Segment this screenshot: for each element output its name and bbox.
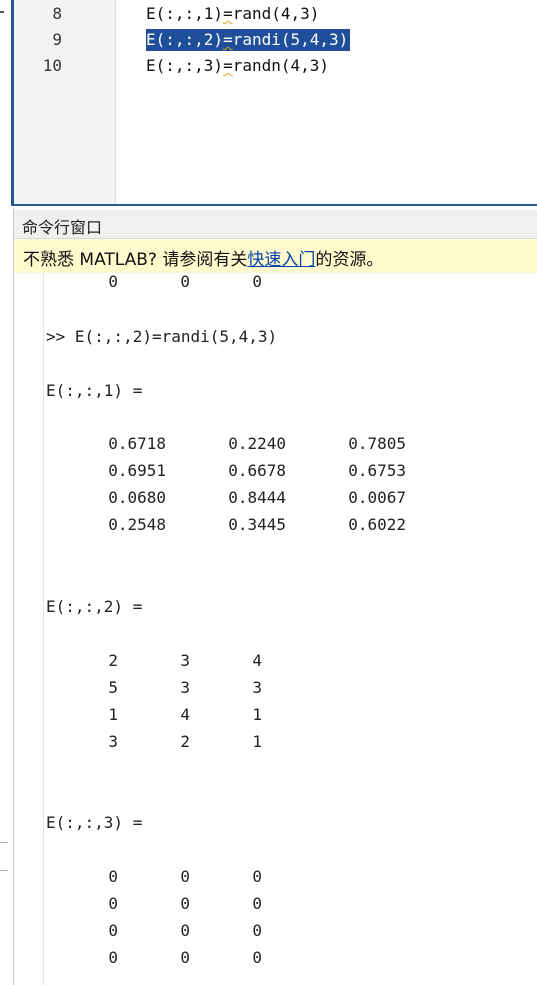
matrix-cell: 1 (252, 732, 262, 751)
matrix-cell: 0 (252, 867, 262, 886)
editor-bottom-border (11, 204, 537, 206)
command-window-title: 命令行窗口 (22, 218, 103, 237)
code-text: rand(4,3) (232, 4, 320, 23)
matrix-cell: 0 (180, 894, 190, 913)
code-text: randn(4,3) (232, 56, 330, 75)
matrix-cell: 0.0680 (108, 488, 166, 507)
matrix-cell: 0.2548 (108, 515, 166, 534)
getting-started-banner: 不熟悉 MATLAB? 请参阅有关快速入门的资源。 (14, 239, 537, 274)
matrix-cell: 0.6678 (228, 461, 286, 480)
line-number: 9 (52, 30, 62, 49)
line-number: 8 (52, 4, 62, 23)
matrix-cell: 0 (180, 867, 190, 886)
matrix-cell: 0.6753 (348, 461, 406, 480)
warning-equals[interactable]: = (223, 4, 233, 23)
matrix-cell: 0 (108, 948, 118, 967)
matrix-cell: 0 (180, 921, 190, 940)
code-text: randi(5,4,3) (232, 30, 349, 49)
left-edge-tick (0, 11, 4, 13)
command-gutter-line (43, 273, 44, 985)
code-line[interactable]: E(:,:,1)=rand(4,3) (146, 3, 319, 25)
matrix-cell: 0 (252, 921, 262, 940)
matrix-cell: 3 (180, 651, 190, 670)
matrix-cell: 0 (252, 948, 262, 967)
editor-left-strip (0, 0, 11, 208)
left-panel-edge (0, 208, 14, 985)
matrix-cell: 0 (108, 867, 118, 886)
page-header: E(:,:,2) = (46, 597, 143, 616)
code-editor[interactable]: 8 E(:,:,1)=rand(4,3) 9 E(:,:,2)=randi(5,… (0, 0, 537, 208)
matrix-cell: 0 (180, 948, 190, 967)
matrix-cell: 0.7805 (348, 434, 406, 453)
matrix-cell: 0 (180, 272, 190, 291)
code-line-selected[interactable]: E(:,:,2)=randi(5,4,3) (146, 29, 351, 51)
code-line[interactable]: E(:,:,3)=randn(4,3) (146, 55, 329, 77)
left-panel-mark (0, 870, 8, 871)
matrix-cell: 0 (108, 921, 118, 940)
matrix-cell: 0.6951 (108, 461, 166, 480)
matrix-cell: 0.6718 (108, 434, 166, 453)
matrix-cell: 3 (108, 732, 118, 751)
matrix-cell: 0.0067 (348, 488, 406, 507)
matrix-cell: 4 (180, 705, 190, 724)
matrix-cell: 1 (252, 705, 262, 724)
warning-equals[interactable]: = (223, 30, 233, 49)
code-text: E(:,:,2) (146, 30, 224, 49)
banner-suffix: 的资源。 (315, 250, 384, 270)
matrix-cell: 4 (252, 651, 262, 670)
matrix-cell: 3 (180, 678, 190, 697)
command-window-header[interactable]: 命令行窗口 (14, 210, 537, 239)
matrix-cell: 2 (108, 651, 118, 670)
matrix-cell: 0 (108, 272, 118, 291)
command-prompt: >> E(:,:,2)=randi(5,4,3) (46, 327, 278, 346)
matrix-cell: 5 (108, 678, 118, 697)
matrix-cell: 2 (180, 732, 190, 751)
left-panel-mark (0, 842, 8, 843)
warning-equals[interactable]: = (223, 56, 233, 75)
code-text: E(:,:,3) (146, 56, 224, 75)
matrix-cell: 1 (108, 705, 118, 724)
line-number: 10 (42, 56, 62, 75)
matrix-cell: 0.3445 (228, 515, 286, 534)
matrix-cell: 0 (252, 894, 262, 913)
matrix-cell: 3 (252, 678, 262, 697)
matrix-cell: 0.8444 (228, 488, 286, 507)
getting-started-link[interactable]: 快速入门 (247, 250, 315, 270)
page-header: E(:,:,3) = (46, 813, 143, 832)
page-header: E(:,:,1) = (46, 381, 143, 400)
matrix-cell: 0 (108, 894, 118, 913)
matrix-cell: 0.6022 (348, 515, 406, 534)
banner-text: 不熟悉 MATLAB? 请参阅有关快速入门的资源。 (23, 245, 383, 270)
matrix-cell: 0 (252, 272, 262, 291)
matrix-cell: 0.2240 (228, 434, 286, 453)
banner-prefix: 不熟悉 MATLAB? 请参阅有关 (23, 250, 248, 270)
code-text: E(:,:,1) (146, 4, 224, 23)
